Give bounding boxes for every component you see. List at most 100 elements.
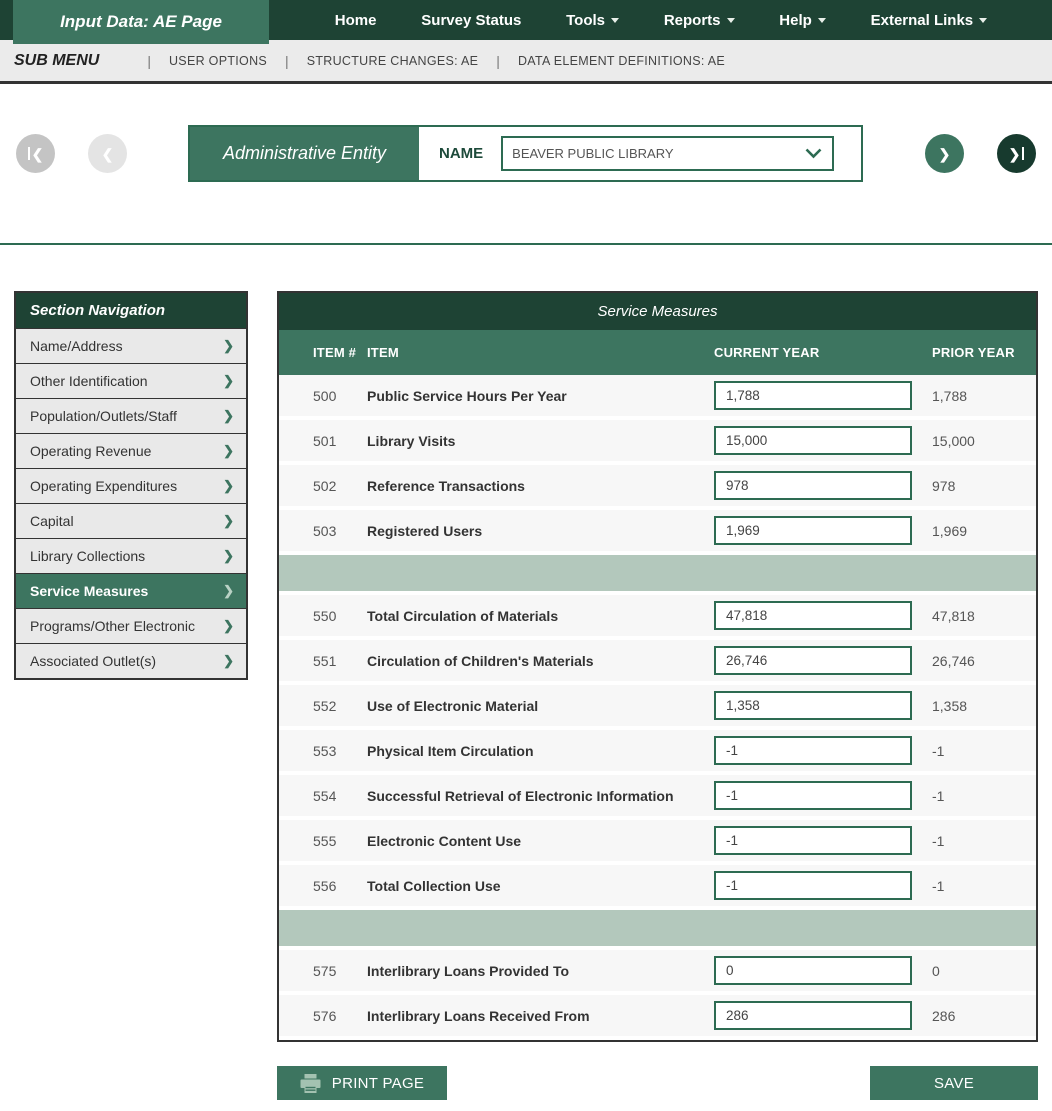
main-content: Section Navigation Name/Address ❯ Other …: [0, 291, 1052, 1042]
prior-year-value: -1: [932, 742, 945, 759]
current-year-input[interactable]: [714, 601, 912, 630]
sidebar-item-other-identification[interactable]: Other Identification ❯: [16, 363, 246, 398]
table-row: 576 Interlibrary Loans Received From 286: [279, 995, 1036, 1036]
item-label: Total Circulation of Materials: [367, 607, 559, 624]
chevron-right-icon: ❯: [223, 408, 234, 423]
item-label: Circulation of Children's Materials: [367, 652, 594, 669]
current-year-input[interactable]: [714, 826, 912, 855]
chevron-down-icon: [979, 17, 988, 23]
sidebar-item-label: Operating Revenue: [30, 443, 152, 459]
save-button[interactable]: SAVE: [870, 1066, 1038, 1100]
item-label: Library Visits: [367, 432, 456, 449]
chevron-down-icon: [805, 148, 822, 159]
chevron-down-icon: [817, 17, 826, 23]
chevron-right-icon: ❯: [223, 338, 234, 353]
prior-year-value: 15,000: [932, 432, 975, 449]
chevron-down-icon: [726, 17, 735, 23]
entity-selector-panel: Administrative Entity NAME BEAVER PUBLIC…: [188, 125, 863, 182]
sidebar-items: Name/Address ❯ Other Identification ❯ Po…: [16, 328, 246, 678]
current-year-input[interactable]: [714, 471, 912, 500]
item-label: Interlibrary Loans Received From: [367, 1007, 590, 1024]
nav-item-reports[interactable]: Reports: [664, 12, 735, 29]
current-year-input[interactable]: [714, 426, 912, 455]
item-number: 575: [313, 962, 337, 979]
table-row: 501 Library Visits 15,000: [279, 420, 1036, 461]
chevron-right-icon: ❯: [223, 443, 234, 458]
nav-item-external-links[interactable]: External Links: [871, 12, 988, 29]
sidebar-item-population-outlets-staff[interactable]: Population/Outlets/Staff ❯: [16, 398, 246, 433]
sub-menu-link-user-options[interactable]: USER OPTIONS: [169, 54, 267, 68]
sidebar-item-label: Name/Address: [30, 338, 123, 354]
current-year-input[interactable]: [714, 691, 912, 720]
sidebar-item-capital[interactable]: Capital ❯: [16, 503, 246, 538]
chevron-left-icon: ❮: [101, 145, 114, 162]
table-row: 552 Use of Electronic Material 1,358: [279, 685, 1036, 726]
item-label: Reference Transactions: [367, 477, 525, 494]
item-label: Physical Item Circulation: [367, 742, 534, 759]
nav-item-label: External Links: [870, 11, 974, 29]
current-year-input[interactable]: [714, 1001, 912, 1030]
horizontal-divider: [0, 243, 1052, 245]
sidebar-item-operating-expenditures[interactable]: Operating Expenditures ❯: [16, 468, 246, 503]
current-year-input[interactable]: [714, 871, 912, 900]
nav-tab-input-data-ae-page[interactable]: Input Data: AE Page: [13, 0, 269, 44]
chevron-left-icon: ❮: [31, 145, 44, 162]
sidebar-item-label: Programs/Other Electronic: [30, 618, 195, 634]
table-row: 500 Public Service Hours Per Year 1,788: [279, 375, 1036, 416]
sidebar-item-service-measures[interactable]: Service Measures ❯: [16, 573, 246, 608]
prior-year-value: -1: [932, 832, 945, 849]
nav-item-help[interactable]: Help: [779, 12, 826, 29]
chevron-right-icon: ❯: [223, 583, 234, 598]
table-title: Service Measures: [279, 293, 1036, 330]
current-year-input[interactable]: [714, 956, 912, 985]
item-number: 556: [313, 877, 337, 894]
table-row: 575 Interlibrary Loans Provided To 0: [279, 950, 1036, 991]
nav-item-label: Survey Status: [421, 11, 522, 29]
current-year-input[interactable]: [714, 781, 912, 810]
separator: |: [147, 52, 151, 69]
first-entity-button[interactable]: ❮: [16, 134, 55, 173]
bar-icon: [27, 147, 30, 160]
sidebar-item-label: Associated Outlet(s): [30, 653, 157, 669]
printer-icon: [300, 1073, 321, 1093]
sidebar-item-label: Library Collections: [30, 548, 146, 564]
table-body: 500 Public Service Hours Per Year 1,788 …: [279, 375, 1036, 1036]
item-label: Registered Users: [367, 522, 483, 539]
sub-menu-link-structure-changes-ae[interactable]: STRUCTURE CHANGES: AE: [307, 54, 479, 68]
item-number: 503: [313, 522, 337, 539]
chevron-right-icon: ❯: [223, 653, 234, 668]
prior-year-value: 1,969: [932, 522, 968, 539]
next-entity-button[interactable]: ❯: [925, 134, 964, 173]
sidebar-item-operating-revenue[interactable]: Operating Revenue ❯: [16, 433, 246, 468]
current-year-input[interactable]: [714, 646, 912, 675]
print-page-button[interactable]: PRINT PAGE: [277, 1066, 447, 1100]
chevron-right-icon: ❯: [223, 548, 234, 563]
sidebar-item-name-address[interactable]: Name/Address ❯: [16, 328, 246, 363]
sidebar-item-label: Operating Expenditures: [30, 478, 178, 494]
print-page-label: PRINT PAGE: [331, 1074, 425, 1092]
prior-year-value: 47,818: [932, 607, 975, 624]
item-number: 551: [313, 652, 337, 669]
current-year-input[interactable]: [714, 381, 912, 410]
entity-form: NAME BEAVER PUBLIC LIBRARY: [419, 127, 861, 180]
sidebar-item-library-collections[interactable]: Library Collections ❯: [16, 538, 246, 573]
sub-menu-link-data-element-definitions-ae[interactable]: DATA ELEMENT DEFINITIONS: AE: [518, 54, 725, 68]
current-year-input[interactable]: [714, 736, 912, 765]
nav-item-home[interactable]: Home: [335, 12, 377, 29]
item-label: Successful Retrieval of Electronic Infor…: [367, 787, 674, 804]
column-header-item-number: ITEM #: [313, 345, 357, 360]
save-label: SAVE: [933, 1074, 975, 1092]
current-year-input[interactable]: [714, 516, 912, 545]
previous-entity-button[interactable]: ❮: [88, 134, 127, 173]
sidebar-item-associated-outlet-s[interactable]: Associated Outlet(s) ❯: [16, 643, 246, 678]
last-entity-button[interactable]: ❯: [997, 134, 1036, 173]
bar-icon: [1022, 147, 1025, 160]
entity-name-select[interactable]: BEAVER PUBLIC LIBRARY: [501, 136, 835, 171]
sidebar-item-programs-other-electronic[interactable]: Programs/Other Electronic ❯: [16, 608, 246, 643]
item-number: 502: [313, 477, 337, 494]
prior-year-value: 26,746: [932, 652, 975, 669]
section-navigation-sidebar: Section Navigation Name/Address ❯ Other …: [14, 291, 248, 680]
chevron-right-icon: ❯: [1008, 145, 1021, 162]
nav-item-tools[interactable]: Tools: [566, 12, 620, 29]
nav-item-survey-status[interactable]: Survey Status: [421, 12, 521, 29]
